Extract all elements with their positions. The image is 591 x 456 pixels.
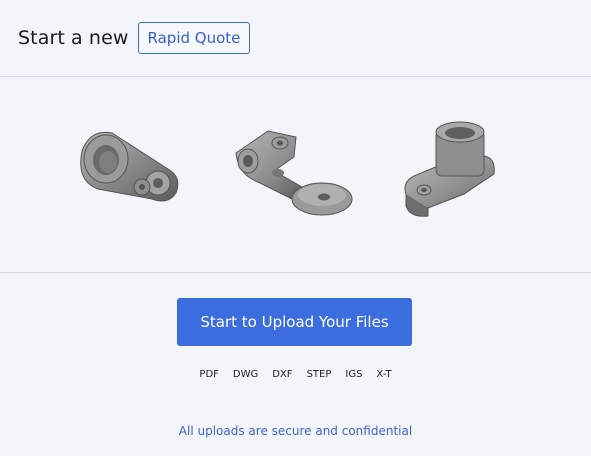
- format-label: IGS: [345, 369, 363, 380]
- header: Start a new Rapid Quote: [0, 0, 591, 77]
- bracket-arm-part: [235, 130, 353, 216]
- rapid-quote-page: Start a new Rapid Quote Start to Upload …: [0, 0, 591, 456]
- header-title: Start a new: [18, 27, 129, 49]
- boss-flange-part: [404, 121, 495, 217]
- format-label: STEP: [306, 369, 332, 380]
- cam-lever-part: [80, 131, 179, 202]
- format-label: X-T: [376, 369, 392, 380]
- format-label: DWG: [232, 369, 259, 380]
- rapid-quote-badge[interactable]: Rapid Quote: [137, 22, 251, 54]
- secure-upload-note: All uploads are secure and confidential: [178, 424, 413, 438]
- parts-gallery: [0, 78, 591, 273]
- format-label: PDF: [199, 369, 219, 380]
- format-label: DXF: [272, 369, 293, 380]
- upload-files-button[interactable]: Start to Upload Your Files: [177, 298, 412, 346]
- supported-formats: PDF DWG DXF STEP IGS X-T: [0, 366, 591, 384]
